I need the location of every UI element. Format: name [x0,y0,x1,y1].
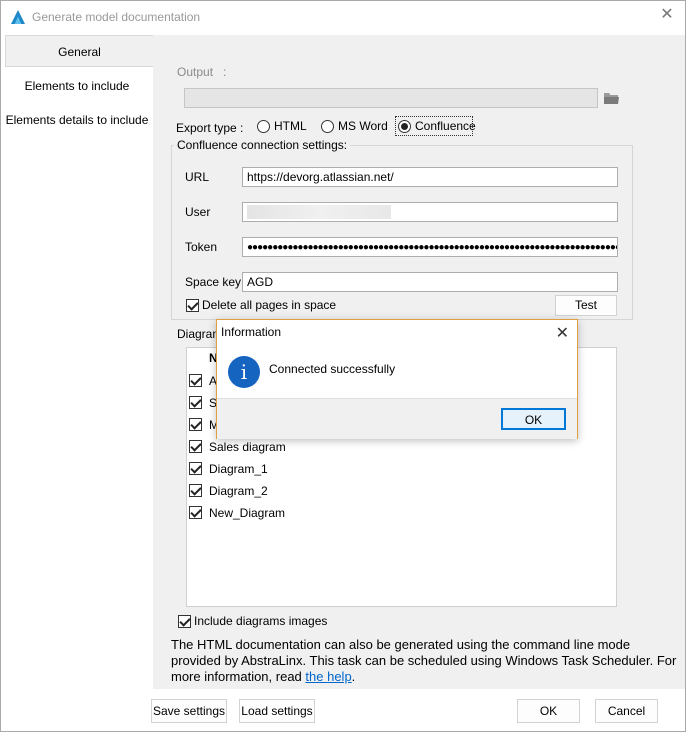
list-item[interactable]: Diagram_2 [187,480,616,502]
list-item[interactable]: Sales diagram [187,436,616,458]
row-checkbox[interactable] [189,396,202,409]
delete-pages-label: Delete all pages in space [202,298,337,312]
info-icon: i [228,356,260,388]
row-name: Diagram_1 [209,462,268,476]
test-button[interactable]: Test [555,295,617,316]
app-logo-icon [11,10,25,24]
output-colon: : [223,65,227,79]
ok-button[interactable]: OK [517,699,580,723]
row-name: Sales diagram [209,440,286,454]
redacted-user-value [247,205,391,219]
row-checkbox[interactable] [189,418,202,431]
dialog-title: Information [221,325,282,339]
user-input[interactable] [242,202,618,222]
dialog-ok-button[interactable]: OK [501,408,566,430]
dialog-footer: OK [217,398,577,439]
sidebar-item-label: Elements details to include [5,113,149,127]
include-images-label: Include diagrams images [194,614,328,628]
output-path-field[interactable] [184,88,598,108]
row-name: New_Diagram [209,506,286,520]
export-type-label: Export type : [176,121,244,135]
row-name: Diagram_2 [209,484,268,498]
close-window-button[interactable]: ✕ [659,7,675,23]
output-label: Output [177,65,214,79]
save-settings-button[interactable]: Save settings [151,699,227,723]
token-label: Token [185,240,218,254]
information-dialog: Information ✕ i Connected successfully O… [216,319,578,439]
url-input[interactable]: https://devorg.atlassian.net/ [242,167,618,187]
row-checkbox[interactable] [189,484,202,497]
window-title: Generate model documentation [32,10,201,24]
radio-ms-word[interactable] [321,120,334,133]
list-item[interactable]: Diagram_1 [187,458,616,480]
row-checkbox[interactable] [189,374,202,387]
delete-pages-checkbox[interactable] [186,299,199,312]
help-description: The HTML documentation can also be gener… [171,637,681,685]
confluence-settings-title: Confluence connection settings: [174,138,351,152]
load-settings-button[interactable]: Load settings [239,699,315,723]
sidebar: General Elements to include Elements det… [1,35,153,695]
row-checkbox[interactable] [189,440,202,453]
sidebar-item-general[interactable]: General [5,35,153,67]
radio-confluence[interactable] [398,120,411,133]
help-link[interactable]: the help [305,669,351,684]
folder-icon[interactable] [603,91,620,105]
sidebar-item-elements-to-include[interactable]: Elements to include [1,70,153,102]
row-checkbox[interactable] [189,462,202,475]
sidebar-item-elements-details[interactable]: Elements details to include [1,104,153,136]
row-checkbox[interactable] [189,506,202,519]
token-input[interactable]: ●●●●●●●●●●●●●●●●●●●●●●●●●●●●●●●●●●●●●●●●… [242,237,618,257]
radio-html-label: HTML [274,119,307,133]
help-text-end: . [351,669,356,684]
cancel-button[interactable]: Cancel [595,699,658,723]
main-window: Generate model documentation ✕ General E… [0,0,686,732]
space-key-label: Space key [185,275,242,289]
space-key-input[interactable]: AGD [242,272,618,292]
radio-ms-word-label: MS Word [338,119,388,133]
radio-confluence-label: Confluence [415,119,476,133]
dialog-body: i Connected successfully [217,348,577,398]
user-label: User [185,205,211,219]
sidebar-item-label: Elements to include [24,79,130,93]
sidebar-item-label: General [58,45,101,59]
list-item[interactable]: New_Diagram [187,502,616,524]
dialog-close-icon[interactable]: ✕ [556,323,569,343]
url-label: URL [185,170,210,184]
title-bar: Generate model documentation ✕ [1,1,685,33]
help-text: The HTML documentation can also be gener… [171,637,677,684]
dialog-message: Connected successfully [269,362,396,376]
radio-html[interactable] [257,120,270,133]
include-images-checkbox[interactable] [178,615,191,628]
